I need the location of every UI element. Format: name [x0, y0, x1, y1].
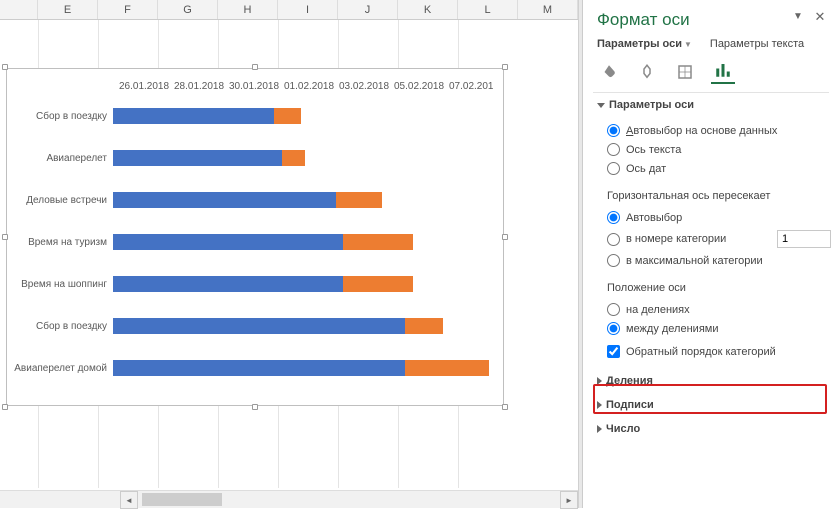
effects-icon[interactable] [635, 60, 659, 84]
horizontal-scrollbar[interactable]: ◄ ► [0, 490, 578, 508]
size-icon[interactable] [673, 60, 697, 84]
bar-segment-start[interactable] [113, 108, 274, 124]
radio-crosses-at-max[interactable]: в максимальной категории [607, 251, 839, 270]
bar-segment-duration[interactable] [274, 108, 301, 124]
format-axis-pane: ▼ ✕ Формат оси Параметры оси▼ Параметры … [583, 0, 839, 508]
radio-crosses-auto[interactable]: Автовыбор [607, 208, 839, 227]
col-header[interactable]: I [278, 0, 338, 19]
plot-area[interactable]: Сбор в поездку Авиаперелет Деловые встречи… [13, 107, 497, 377]
radio-position-on-tick[interactable]: на делениях [607, 300, 839, 319]
bar-segment-start[interactable] [113, 234, 343, 250]
bar-segment-start[interactable] [113, 150, 282, 166]
bar-segment-duration[interactable] [405, 318, 443, 334]
col-header[interactable]: L [458, 0, 518, 19]
category-number-input[interactable] [777, 230, 831, 248]
category-label[interactable]: Время на шоппинг [13, 279, 113, 290]
embedded-chart[interactable]: 26.01.2018 28.01.2018 30.01.2018 01.02.2… [6, 68, 504, 406]
section-number[interactable]: Число [583, 417, 839, 441]
radio-axis-type-date[interactable]: Ось дат [607, 159, 839, 178]
tab-axis-options[interactable]: Параметры оси▼ [597, 38, 692, 50]
category-label[interactable]: Сбор в поездку [13, 321, 113, 332]
section-axis-options[interactable]: Параметры оси [583, 93, 839, 117]
bar-segment-duration[interactable] [282, 150, 305, 166]
fill-icon[interactable] [597, 60, 621, 84]
checkbox-reverse-order[interactable]: Обратный порядок категорий [607, 342, 839, 361]
category-label[interactable]: Авиаперелет [13, 153, 113, 164]
close-icon[interactable]: ✕ [813, 10, 827, 24]
col-header[interactable]: H [218, 0, 278, 19]
bar-segment-duration[interactable] [343, 234, 412, 250]
radio-crosses-at-category[interactable]: в номере категории [607, 227, 839, 251]
pane-menu-icon[interactable]: ▼ [791, 10, 805, 24]
col-header[interactable]: G [158, 0, 218, 19]
bar-segment-start[interactable] [113, 318, 405, 334]
bar-segment-start[interactable] [113, 192, 336, 208]
section-ticks[interactable]: Деления [583, 369, 839, 393]
bar-segment-duration[interactable] [343, 276, 412, 292]
col-header[interactable]: M [518, 0, 578, 19]
category-label[interactable]: Авиаперелет домой [13, 363, 113, 374]
col-header[interactable]: J [338, 0, 398, 19]
radio-position-between[interactable]: между делениями [607, 319, 839, 338]
date-axis[interactable]: 26.01.2018 28.01.2018 30.01.2018 01.02.2… [119, 81, 497, 97]
col-header[interactable]: K [398, 0, 458, 19]
spreadsheet-area: E F G H I J K L M [0, 0, 579, 508]
scroll-right-button[interactable]: ► [560, 491, 578, 509]
scroll-thumb[interactable] [142, 493, 222, 506]
axis-options-icon[interactable] [711, 60, 735, 84]
col-header[interactable]: F [98, 0, 158, 19]
category-label[interactable]: Время на туризм [13, 237, 113, 248]
section-labels[interactable]: Подписи [583, 393, 839, 417]
scroll-left-button[interactable]: ◄ [120, 491, 138, 509]
bar-segment-start[interactable] [113, 360, 405, 376]
bar-segment-duration[interactable] [336, 192, 382, 208]
col-header[interactable]: E [38, 0, 98, 19]
label-axis-position: Положение оси [583, 278, 839, 296]
category-label[interactable]: Сбор в поездку [13, 111, 113, 122]
bar-segment-start[interactable] [113, 276, 343, 292]
radio-axis-type-auto[interactable]: Автовыбор на основе данных [607, 121, 839, 140]
label-crosses: Горизонтальная ось пересекает [583, 186, 839, 204]
tab-text-options[interactable]: Параметры текста [710, 38, 804, 50]
column-headers: E F G H I J K L M [0, 0, 578, 20]
bar-segment-duration[interactable] [405, 360, 489, 376]
radio-axis-type-text[interactable]: Ось текста [607, 140, 839, 159]
category-label[interactable]: Деловые встречи [13, 195, 113, 206]
